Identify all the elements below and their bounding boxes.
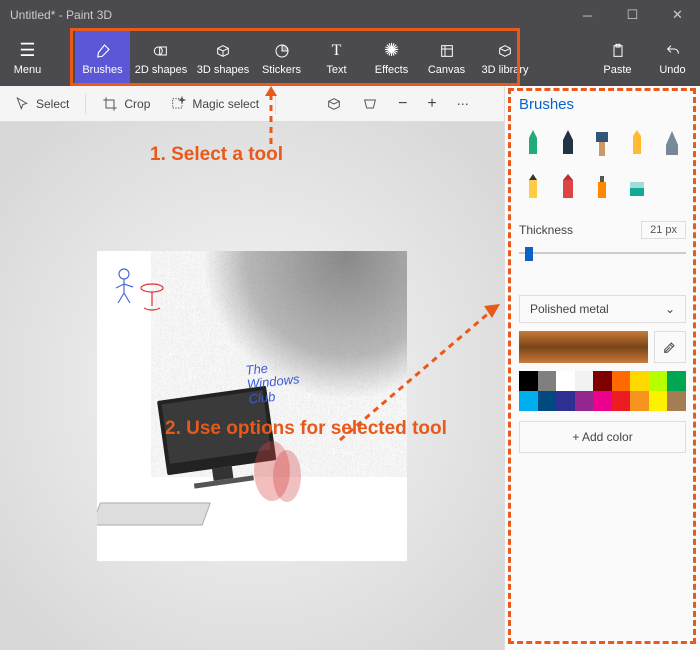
title-bar: Untitled* - Paint 3D ─ ☐ ✕ (0, 0, 700, 30)
canvas[interactable]: TheWindowsClub (97, 251, 407, 561)
palette-color[interactable] (538, 391, 557, 411)
brush-spray[interactable] (588, 169, 617, 205)
palette-color[interactable] (649, 371, 668, 391)
palette-color[interactable] (575, 391, 594, 411)
canvas-watermark: TheWindowsClub (245, 358, 302, 406)
minus-icon: − (398, 95, 407, 113)
menu-label: Menu (14, 64, 42, 76)
thickness-slider[interactable] (519, 243, 686, 263)
palette-color[interactable] (630, 391, 649, 411)
palette-color[interactable] (575, 371, 594, 391)
workspace[interactable]: TheWindowsClub (0, 122, 504, 650)
ribbon-3d-shapes[interactable]: 3D shapes (192, 30, 254, 86)
eyedropper-icon (662, 339, 678, 355)
cursor-icon (14, 96, 30, 112)
palette-color[interactable] (593, 391, 612, 411)
ribbon-canvas[interactable]: Canvas (419, 30, 474, 86)
brush-pen[interactable] (554, 125, 583, 161)
magic-icon (170, 96, 186, 112)
palette-color[interactable] (593, 371, 612, 391)
library-icon (497, 41, 513, 61)
thickness-value[interactable]: 21 px (641, 221, 686, 239)
window-title: Untitled* - Paint 3D (10, 8, 112, 22)
brush-pencil[interactable] (519, 169, 548, 205)
magic-select-tool[interactable]: Magic select (162, 92, 267, 116)
palette-color[interactable] (519, 371, 538, 391)
brush-crayon[interactable] (554, 169, 583, 205)
cube-icon (215, 41, 231, 61)
zoom-out[interactable]: − (390, 91, 415, 117)
palette-color[interactable] (667, 391, 686, 411)
zoom-in[interactable]: + (419, 91, 444, 117)
minimize-button[interactable]: ─ (565, 0, 610, 30)
palette-color[interactable] (538, 371, 557, 391)
view-tool[interactable] (354, 92, 386, 116)
menu-button[interactable]: ☰ Menu (0, 30, 55, 86)
panel-title: Brushes (519, 96, 686, 113)
palette-color[interactable] (649, 391, 668, 411)
canvas-icon (439, 41, 455, 61)
brush-marker[interactable] (519, 125, 548, 161)
ribbon-stickers[interactable]: Stickers (254, 30, 309, 86)
sparkle-icon: ✺ (384, 41, 399, 61)
palette-color[interactable] (519, 391, 538, 411)
menu-icon: ☰ (19, 41, 35, 61)
sticker-icon (274, 41, 290, 61)
brush-pencil2[interactable] (623, 125, 652, 161)
chevron-down-icon: ⌄ (665, 302, 675, 316)
view-3d-tool[interactable] (318, 92, 350, 116)
text-icon: T (332, 41, 342, 61)
add-color-button[interactable]: + Add color (519, 421, 686, 453)
crop-tool[interactable]: Crop (94, 92, 158, 116)
eyedropper-button[interactable] (654, 331, 686, 363)
paste-icon (610, 41, 626, 61)
undo-icon (665, 41, 681, 61)
brush-eraser[interactable] (657, 125, 686, 161)
ribbon-text[interactable]: T Text (309, 30, 364, 86)
ribbon-3d-library[interactable]: 3D library (474, 30, 536, 86)
more-icon: ⋯ (457, 97, 469, 111)
palette-color[interactable] (667, 371, 686, 391)
crop-icon (102, 96, 118, 112)
plus-icon: + (427, 95, 436, 113)
perspective-icon (362, 96, 378, 112)
ribbon-effects[interactable]: ✺ Effects (364, 30, 419, 86)
select-tool[interactable]: Select (6, 92, 77, 116)
thickness-label: Thickness (519, 223, 573, 237)
brush-fill[interactable] (623, 169, 652, 205)
brush-brush[interactable] (588, 125, 617, 161)
close-button[interactable]: ✕ (655, 0, 700, 30)
ribbon-brushes[interactable]: Brushes (75, 30, 130, 86)
more-menu[interactable]: ⋯ (449, 93, 477, 115)
current-color-swatch[interactable] (519, 331, 648, 363)
palette-color[interactable] (612, 391, 631, 411)
ribbon: ☰ Menu Brushes 2D shapes 3D shapes Stick… (0, 30, 700, 86)
palette-color[interactable] (630, 371, 649, 391)
palette-color[interactable] (556, 391, 575, 411)
palette-color[interactable] (612, 371, 631, 391)
brush-grid (519, 125, 686, 205)
maximize-button[interactable]: ☐ (610, 0, 655, 30)
color-palette (519, 371, 686, 411)
paste-button[interactable]: Paste (590, 30, 645, 86)
brush-icon (94, 41, 112, 61)
palette-color[interactable] (556, 371, 575, 391)
undo-button[interactable]: Undo (645, 30, 700, 86)
material-select[interactable]: Polished metal ⌄ (519, 295, 686, 323)
side-panel: Brushes Thickness 21 px Polished metal ⌄… (504, 86, 700, 650)
box3d-icon (326, 96, 342, 112)
square-icon (153, 41, 169, 61)
ribbon-2d-shapes[interactable]: 2D shapes (130, 30, 192, 86)
